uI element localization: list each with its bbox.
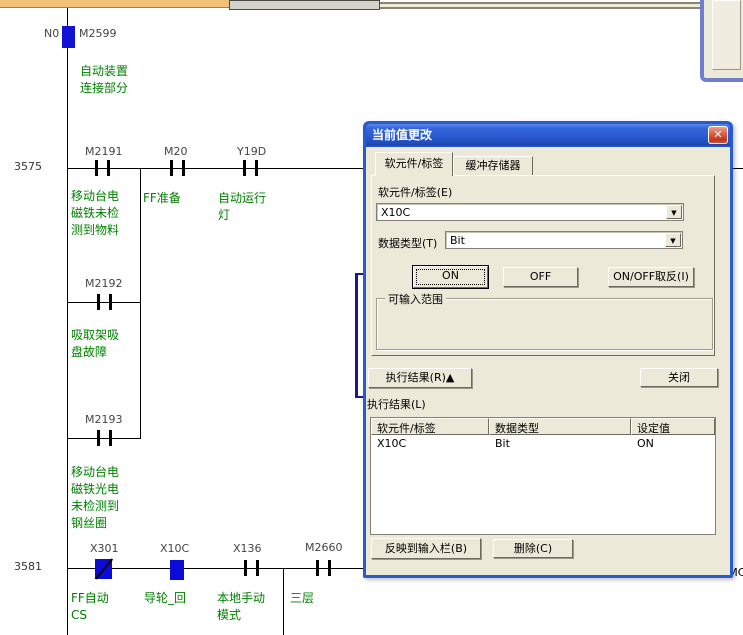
device-combobox[interactable]: X10C ▼: [376, 203, 684, 221]
comment-x10c: 导轮_回: [144, 590, 186, 607]
list-body: X10C Bit ON: [371, 435, 715, 534]
comment-x136: 本地手动 模式: [217, 590, 265, 624]
device-label-m20: M20: [164, 145, 188, 158]
mc-contact-energized[interactable]: [62, 26, 75, 48]
list-header-device[interactable]: 软元件/标签: [371, 418, 489, 435]
comment-m2193: 移动台电 磁铁光电 未检测到 钢丝圈: [71, 464, 119, 532]
execution-result-list[interactable]: 软元件/标签 数据类型 设定值 X10C Bit ON: [370, 417, 716, 535]
contact-m2660[interactable]: [316, 560, 331, 576]
device-tab-page: 软元件/标签(E) X10C ▼ 数据类型(T) Bit ▼ ON OFF ON…: [371, 175, 715, 356]
device-label-y19d: Y19D: [237, 145, 266, 158]
comment-m2599: 自动装置 连接部分: [80, 63, 128, 97]
list-header-setvalue[interactable]: 设定值: [631, 418, 715, 435]
background-titlebar-strip-gray: [229, 0, 380, 10]
type-combobox-value: Bit: [450, 234, 465, 247]
device-label-x10c: X10C: [160, 542, 189, 555]
contact-x136[interactable]: [244, 560, 259, 576]
input-range-groupbox: 可输入范围: [376, 298, 713, 350]
nesting-label: N0: [44, 27, 59, 40]
device-label-m2192: M2192: [85, 277, 123, 290]
left-power-rail: [67, 8, 68, 635]
background-titlebar-strip-orange: [0, 0, 230, 8]
execution-result-collapse-button[interactable]: 执行结果(R)▲: [368, 368, 472, 388]
tab-device-label[interactable]: 软元件/标签: [375, 152, 453, 176]
chevron-down-icon[interactable]: ▼: [666, 205, 682, 219]
dialog-titlebar[interactable]: 当前值更改 ✕: [366, 124, 730, 147]
type-combobox[interactable]: Bit ▼: [445, 231, 683, 249]
device-label-m2191: M2191: [85, 145, 123, 158]
comment-m2192: 吸取架吸 盘故障: [71, 327, 119, 361]
step-number-3575: 3575: [2, 160, 42, 173]
contact-m2192[interactable]: [97, 294, 112, 310]
contact-m2193[interactable]: [97, 430, 112, 446]
on-off-toggle-button[interactable]: ON/OFF取反(I): [608, 267, 694, 287]
background-floating-panel: [700, 0, 743, 82]
rung-3575-wire: [68, 168, 363, 169]
comment-y19d: 自动运行 灯: [218, 190, 266, 224]
execution-result-caption: 执行结果(L): [367, 396, 426, 412]
list-header-row: 软元件/标签 数据类型 设定值: [371, 418, 715, 435]
list-item[interactable]: X10C Bit ON: [371, 435, 715, 452]
comment-m2660: 三层: [290, 590, 314, 607]
reflect-to-input-button[interactable]: 反映到输入栏(B): [371, 538, 481, 559]
delete-button[interactable]: 删除(C): [493, 539, 573, 558]
normally-closed-slash: [95, 558, 113, 579]
list-cell-setvalue: ON: [631, 435, 715, 452]
contact-y19d[interactable]: [243, 160, 258, 176]
comment-m2191: 移动台电 磁铁未检 测到物料: [71, 188, 119, 239]
background-floating-panel-inner: [712, 0, 741, 70]
or-branch-wire: [140, 168, 141, 439]
rung-3581-down-branch: [283, 568, 284, 635]
dialog-body: 软元件/标签 缓冲存储器 软元件/标签(E) X10C ▼ 数据类型(T) Bi…: [366, 147, 730, 575]
device-label-x301: X301: [90, 542, 119, 555]
background-frame-edge: [380, 2, 701, 9]
device-label-m2599: M2599: [79, 27, 117, 40]
list-cell-device: X10C: [371, 435, 489, 452]
rung-3575-wire-right: [733, 168, 743, 169]
contact-m2191[interactable]: [95, 160, 110, 176]
off-button[interactable]: OFF: [503, 267, 578, 287]
dialog-title: 当前值更改: [372, 128, 432, 142]
on-button[interactable]: ON: [413, 266, 488, 288]
list-cell-type: Bit: [489, 435, 631, 452]
device-caption: 软元件/标签(E): [378, 184, 452, 200]
contact-x301-energized-nc[interactable]: [95, 559, 112, 579]
step-number-3581: 3581: [2, 560, 42, 573]
device-label-m2193: M2193: [85, 413, 123, 426]
screen: { "ladder": { "nest_label": "N0", "nest_…: [0, 0, 743, 635]
comment-m20: FF准备: [143, 190, 181, 207]
list-header-type[interactable]: 数据类型: [489, 418, 631, 435]
tab-buffer-memory[interactable]: 缓冲存储器: [453, 156, 533, 175]
device-combobox-value: X10C: [381, 206, 410, 219]
close-button[interactable]: 关闭: [640, 368, 718, 387]
comment-x301: FF自动 CS: [71, 590, 109, 624]
device-label-x136: X136: [233, 542, 262, 555]
close-icon[interactable]: ✕: [708, 126, 728, 144]
change-current-value-dialog: 当前值更改 ✕ 软元件/标签 缓冲存储器 软元件/标签(E) X10C ▼ 数据…: [363, 121, 733, 578]
type-caption: 数据类型(T): [378, 235, 437, 251]
input-range-caption: 可输入范围: [385, 291, 446, 307]
contact-x10c-energized[interactable]: [170, 560, 184, 580]
device-label-m2660: M2660: [305, 541, 343, 554]
chevron-down-icon[interactable]: ▼: [665, 233, 681, 247]
contact-m20[interactable]: [170, 160, 185, 176]
